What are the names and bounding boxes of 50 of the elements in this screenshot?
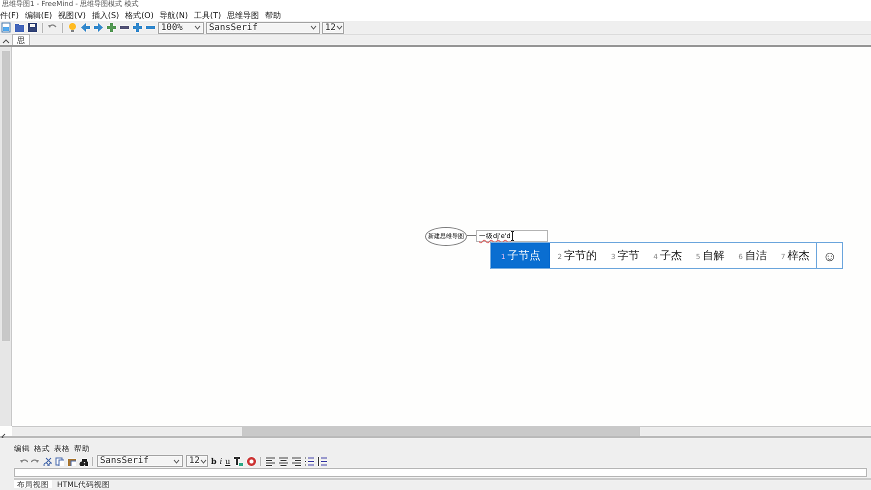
align-right-icon[interactable] (291, 456, 302, 466)
redo-icon[interactable] (31, 456, 40, 466)
zoom-dropdown[interactable]: 100% (158, 22, 204, 34)
text-style-icon[interactable] (233, 456, 244, 466)
dropdown-caret-icon (336, 24, 343, 31)
menu-item[interactable]: 格式(O) (125, 10, 154, 20)
bullet-list-icon[interactable] (304, 456, 314, 466)
menu-item[interactable]: 思维导图 (227, 10, 260, 20)
undo-icon[interactable] (19, 456, 28, 466)
font-dropdown[interactable]: SansSerif (97, 455, 183, 467)
menu-item[interactable]: 编辑(E) (24, 10, 52, 20)
dropdown-caret-icon (200, 458, 207, 464)
menu-item[interactable]: 帮助 (265, 10, 282, 20)
html-input-field[interactable] (14, 468, 867, 477)
cut-icon[interactable] (43, 456, 52, 466)
horizontal-scrollbar[interactable] (12, 426, 871, 436)
scroll-up-icon[interactable] (2, 38, 10, 45)
dropdown-caret-icon (310, 24, 317, 31)
font-dropdown[interactable]: SansSerif (206, 22, 320, 34)
color-icon[interactable] (246, 456, 256, 466)
dropdown-caret-icon (173, 458, 180, 464)
copy-icon[interactable] (55, 456, 64, 466)
numbered-list-icon[interactable] (317, 456, 328, 466)
italic-button[interactable]: i (220, 456, 222, 466)
menu-item[interactable]: 导航(N) (160, 10, 188, 20)
menu-item[interactable]: 插入(S) (92, 10, 120, 20)
plus-icon[interactable] (132, 22, 143, 33)
font-size-dropdown[interactable]: 12 (322, 22, 344, 34)
plus-icon[interactable] (106, 22, 117, 33)
paste-icon[interactable] (67, 456, 76, 466)
menu-item[interactable]: 件(F) (0, 10, 19, 20)
underline-button[interactable]: u (225, 456, 230, 466)
folder-icon[interactable] (14, 22, 25, 33)
binoculars-icon[interactable] (79, 456, 88, 466)
new-map-icon[interactable] (1, 22, 12, 33)
font-size-dropdown[interactable]: 12 (186, 455, 208, 467)
map-tab[interactable]: 思 (12, 34, 30, 45)
vertical-scrollbar[interactable] (0, 47, 12, 426)
align-left-icon[interactable] (265, 456, 276, 466)
dropdown-caret-icon (194, 24, 201, 31)
node-connector (467, 235, 477, 236)
save-icon[interactable] (27, 22, 38, 33)
bold-button[interactable]: b (211, 456, 217, 466)
left-arrow-icon[interactable] (80, 22, 91, 33)
lightbulb-icon[interactable] (67, 22, 78, 33)
text-cursor-icon (510, 231, 515, 241)
right-arrow-icon[interactable] (93, 22, 104, 33)
menu-item[interactable]: 视图(V) (58, 10, 86, 20)
menu-item[interactable]: 工具(T) (194, 10, 222, 20)
align-center-icon[interactable] (278, 456, 288, 466)
